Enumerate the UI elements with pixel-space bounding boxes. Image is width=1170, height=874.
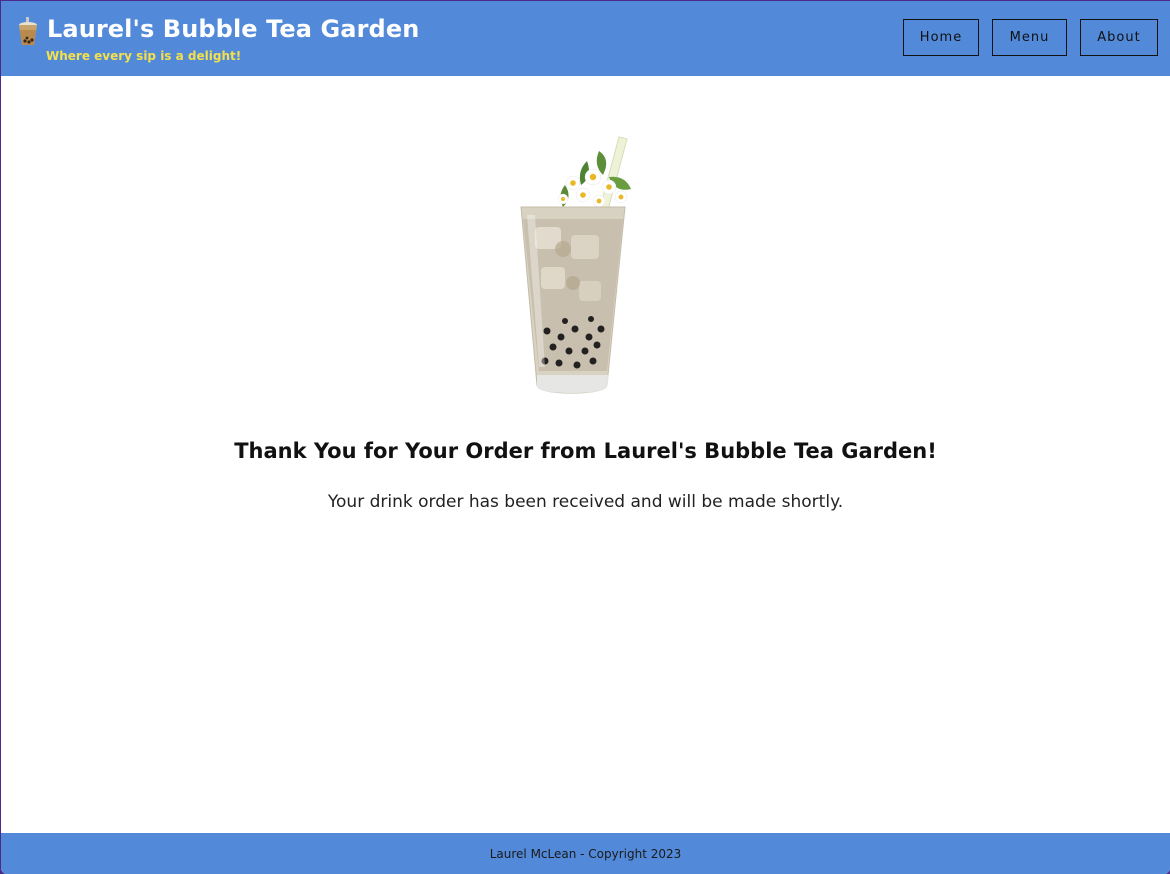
nav-menu-button[interactable]: Menu <box>992 19 1067 56</box>
site-footer: Laurel McLean - Copyright 2023 <box>1 833 1170 874</box>
page: Laurel's Bubble Tea Garden Where every s… <box>1 1 1170 874</box>
bubble-tea-drink-image <box>520 136 631 394</box>
site-title: Laurel's Bubble Tea Garden <box>47 15 420 43</box>
main-nav: Home Menu About <box>903 19 1158 56</box>
bubble-tea-cup-icon <box>19 17 37 45</box>
site-header: Laurel's Bubble Tea Garden Where every s… <box>1 1 1170 76</box>
copyright-text: Laurel McLean - Copyright 2023 <box>489 847 682 861</box>
thank-you-heading: Thank You for Your Order from Laurel's B… <box>234 439 937 463</box>
site-tagline: Where every sip is a delight! <box>46 49 242 63</box>
nav-home-button[interactable]: Home <box>903 19 979 56</box>
nav-about-button[interactable]: About <box>1080 19 1158 56</box>
order-confirmation-message: Your drink order has been received and w… <box>327 492 844 512</box>
